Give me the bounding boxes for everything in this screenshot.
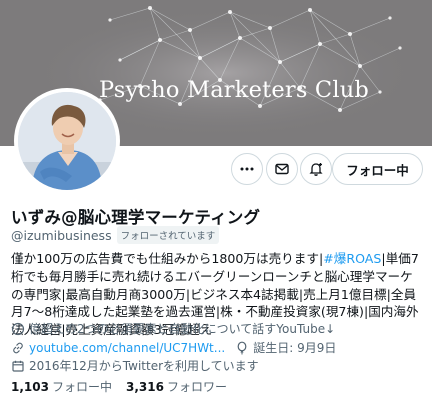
- bio-hashtag-link[interactable]: #爆ROAS: [323, 251, 381, 266]
- notification-button[interactable]: [300, 153, 332, 185]
- following-label: フォロー中: [51, 380, 112, 394]
- message-icon: [275, 163, 289, 175]
- following-count: 1,103: [11, 380, 49, 394]
- notification-bell-icon: [309, 163, 323, 176]
- message-button[interactable]: [266, 153, 298, 185]
- link-icon: [13, 342, 23, 353]
- info-icon: [11, 322, 25, 335]
- link-birthday-row: youtube.com/channel/UC7HWt... 誕生日: 9月9日: [11, 339, 336, 356]
- profile-handle: @izumibusiness: [11, 227, 112, 243]
- followers-count: 3,316: [125, 380, 164, 394]
- follows-you-badge: フォローされています: [116, 226, 220, 244]
- more-button[interactable]: [231, 153, 263, 185]
- joined-text: 2016年12月からTwitterを利用しています: [29, 359, 259, 373]
- category-text: 億超えの2つの必須要素と自動化について話すYouTube↓: [29, 322, 336, 336]
- followers-stat[interactable]: 3,316 フォロワー: [126, 378, 227, 395]
- profile-website-link[interactable]: youtube.com/channel/UC7HWt...: [29, 341, 225, 355]
- birthday-text: 誕生日: 9月9日: [253, 341, 337, 355]
- joined-row: 2016年12月からTwitterを利用しています: [11, 357, 259, 374]
- handle-row: @izumibusiness フォローされています: [11, 226, 220, 244]
- more-icon: [240, 167, 254, 171]
- following-button[interactable]: フォロー中: [332, 153, 423, 185]
- bio-text-1: 僅か100万の広告費でも仕組みから1800万は売ります|: [11, 251, 324, 266]
- category-row: 億超えの2つの必須要素と自動化について話すYouTube↓: [11, 320, 335, 337]
- balloon-icon: [237, 341, 247, 354]
- follow-stats: 1,103 フォロー中 3,316 フォロワー: [11, 378, 227, 395]
- avatar[interactable]: [14, 88, 120, 194]
- calendar-icon: [12, 360, 24, 372]
- followers-label: フォロワー: [166, 380, 227, 394]
- profile-photo: [18, 92, 116, 190]
- profile-name: いずみ@脳心理学マーケティング: [11, 208, 261, 227]
- following-stat[interactable]: 1,103 フォロー中: [11, 378, 112, 395]
